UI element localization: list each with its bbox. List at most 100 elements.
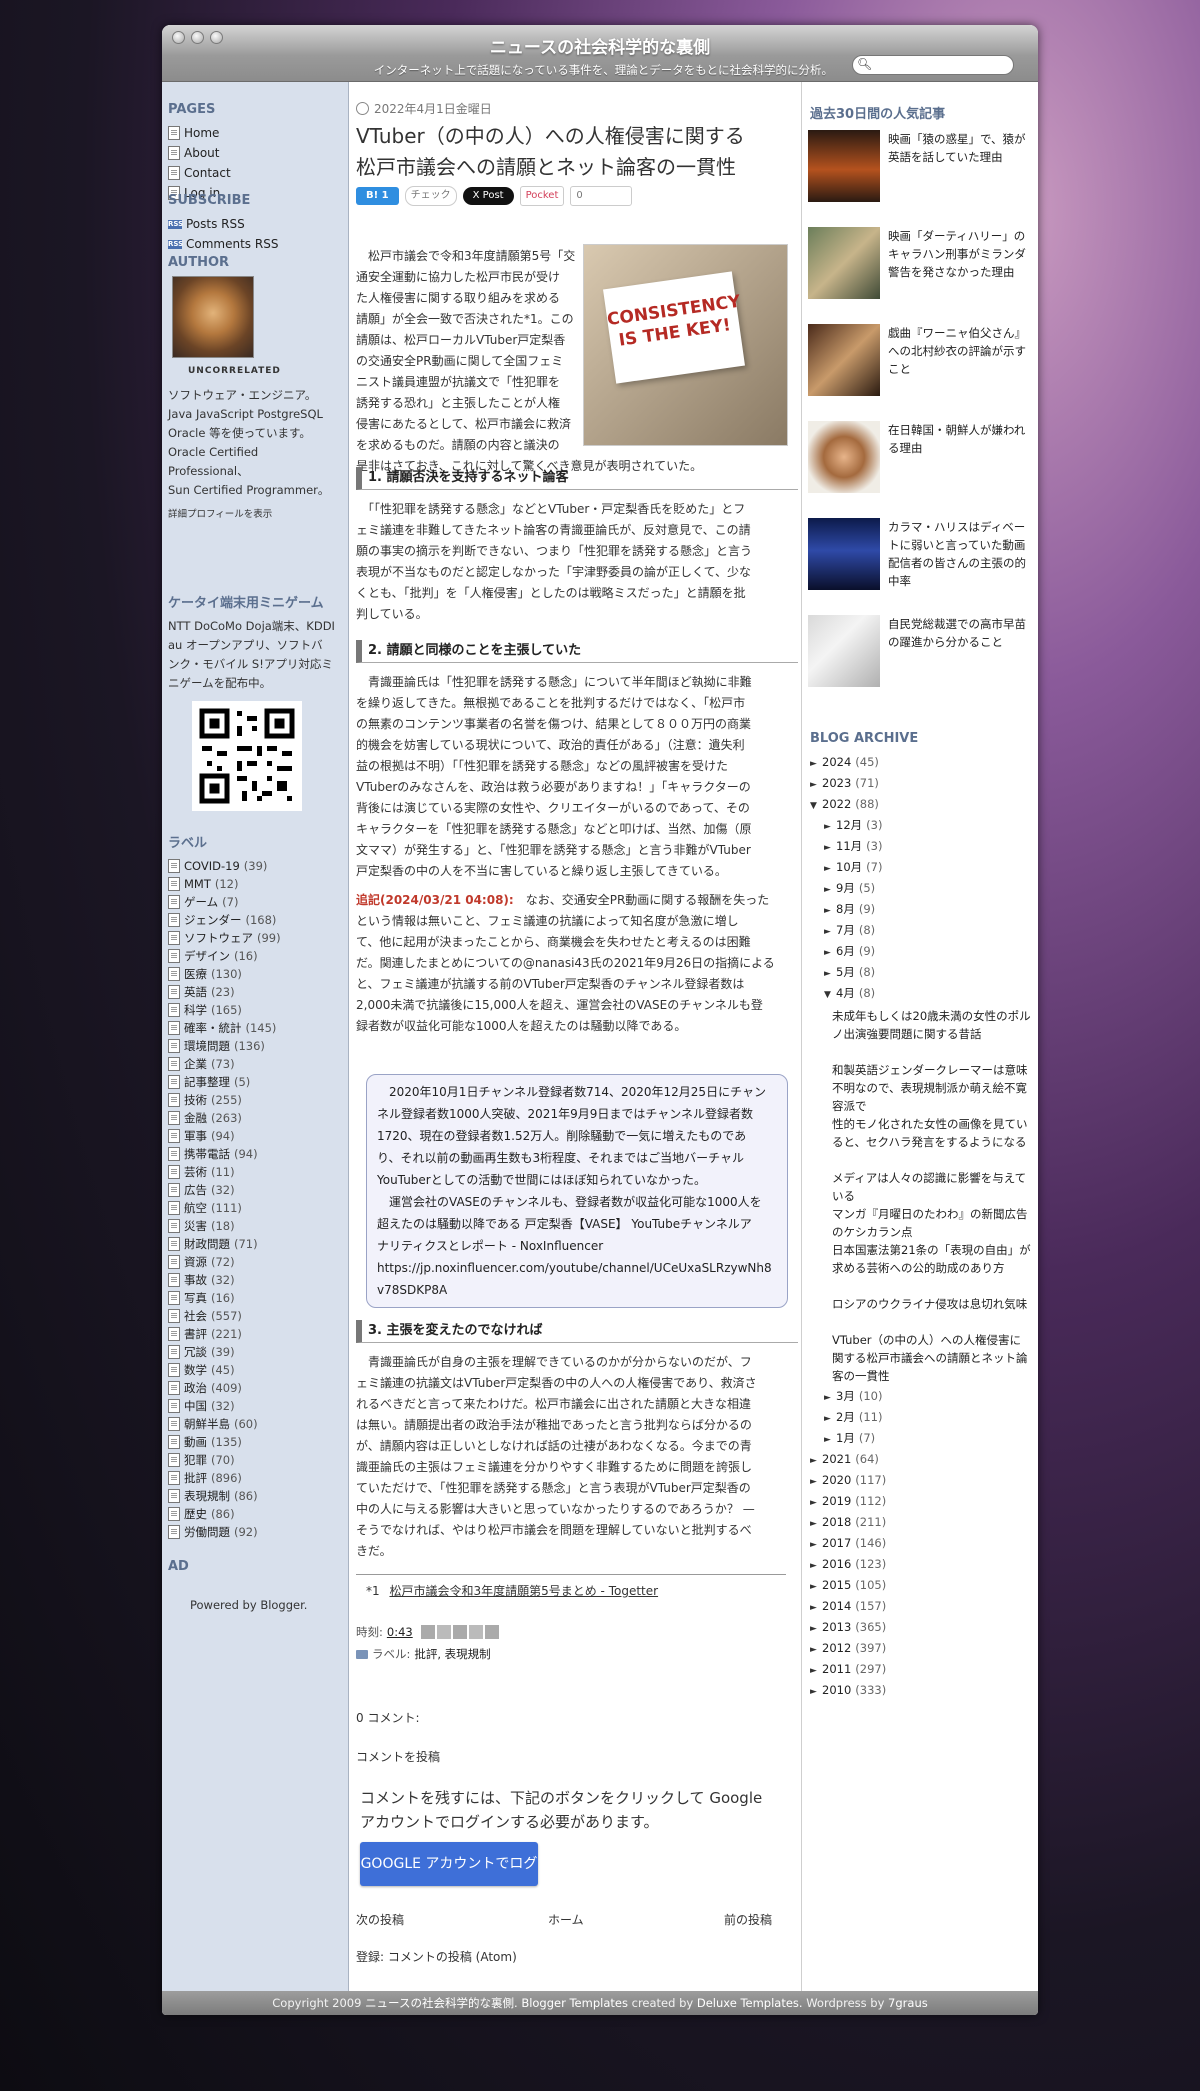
label-name[interactable]: 広告 (184, 1182, 207, 1198)
label-item[interactable]: 芸術 (11) (168, 1163, 342, 1181)
label-item[interactable]: 政治 (409) (168, 1379, 342, 1397)
popular-post[interactable]: カラマ・ハリスはディベートに弱いと言っていた動画配信者の皆さんの主張の的中率 (808, 518, 1034, 602)
archive-year[interactable]: ► 2021 (64) (810, 1450, 879, 1468)
label-name[interactable]: 事故 (184, 1272, 207, 1288)
collapsed-toggle-icon[interactable]: ► (810, 755, 822, 773)
label-item[interactable]: 動画 (135) (168, 1433, 342, 1451)
archive-year-label[interactable]: 2015 (822, 1578, 851, 1592)
archive-year-label[interactable]: 2020 (822, 1473, 851, 1487)
label-name[interactable]: 表現規制 (184, 1488, 230, 1504)
collapsed-toggle-icon[interactable]: ► (824, 923, 836, 941)
post-title[interactable]: VTuber（の中の人）への人権侵害に関する 松戸市議会への請願とネット論客の一… (356, 121, 796, 183)
home-link[interactable]: ホーム (548, 1911, 584, 1928)
author-avatar[interactable] (172, 276, 254, 358)
archive-year-label[interactable]: 2019 (822, 1494, 851, 1508)
collapsed-toggle-icon[interactable]: ► (810, 1473, 822, 1491)
page-link-label[interactable]: Contact (184, 166, 231, 180)
archive-post-link[interactable]: ロシアのウクライナ侵攻は息切れ気味 (832, 1295, 1032, 1313)
collapsed-toggle-icon[interactable]: ► (824, 839, 836, 857)
archive-month-label[interactable]: 12月 (836, 818, 862, 832)
archive-year-label[interactable]: 2010 (822, 1683, 851, 1697)
expanded-toggle-icon[interactable]: ▼ (810, 797, 822, 815)
label-item[interactable]: 朝鮮半島 (60) (168, 1415, 342, 1433)
label-name[interactable]: 批評 (184, 1470, 207, 1486)
archive-year[interactable]: ► 2013 (365) (810, 1618, 886, 1636)
archive-year[interactable]: ► 2011 (297) (810, 1660, 886, 1678)
label-item[interactable]: 歴史 (86) (168, 1505, 342, 1523)
label-name[interactable]: 金融 (184, 1110, 207, 1126)
archive-post-link[interactable]: メディアは人々の認識に影響を与えている (832, 1169, 1032, 1205)
page-link[interactable]: Home (168, 123, 342, 143)
collapsed-toggle-icon[interactable]: ► (810, 1620, 822, 1638)
post-labels-links[interactable]: 批評, 表現規制 (414, 1646, 490, 1662)
collapsed-toggle-icon[interactable]: ► (810, 1557, 822, 1575)
label-item[interactable]: COVID-19 (39) (168, 857, 342, 875)
archive-month-label[interactable]: 1月 (836, 1431, 855, 1445)
popular-post[interactable]: 映画「ダーティハリー」のキャラハン刑事がミランダ警告を発さなかった理由 (808, 227, 1034, 311)
archive-month[interactable]: ► 1月 (7) (824, 1429, 875, 1447)
label-item[interactable]: 科学 (165) (168, 1001, 342, 1019)
archive-month-label[interactable]: 6月 (836, 944, 855, 958)
expanded-toggle-icon[interactable]: ▼ (824, 986, 836, 1004)
archive-post-link[interactable]: 性的モノ化された女性の画像を見ていると、セクハラ発言をするようになる (832, 1115, 1032, 1151)
popular-post-title[interactable]: カラマ・ハリスはディベートに弱いと言っていた動画配信者の皆さんの主張の的中率 (888, 518, 1034, 590)
footer-graus-link[interactable]: 7graus (888, 1996, 928, 2010)
page-link-label[interactable]: Home (184, 126, 219, 140)
collapsed-toggle-icon[interactable]: ► (810, 1578, 822, 1596)
archive-month-label[interactable]: 5月 (836, 965, 855, 979)
label-item[interactable]: MMT (12) (168, 875, 342, 893)
popular-post-title[interactable]: 戯曲『ワーニャ伯父さん』への北村紗衣の評論が示すこと (888, 324, 1034, 378)
label-name[interactable]: 財政問題 (184, 1236, 230, 1252)
collapsed-toggle-icon[interactable]: ► (810, 1494, 822, 1512)
archive-month-label[interactable]: 7月 (836, 923, 855, 937)
label-item[interactable]: 表現規制 (86) (168, 1487, 342, 1505)
archive-year[interactable]: ► 2017 (146) (810, 1534, 886, 1552)
label-item[interactable]: 財政問題 (71) (168, 1235, 342, 1253)
label-item[interactable]: デザイン (16) (168, 947, 342, 965)
label-item[interactable]: 軍事 (94) (168, 1127, 342, 1145)
label-item[interactable]: 社会 (557) (168, 1307, 342, 1325)
popular-post-thumbnail[interactable] (808, 421, 880, 493)
collapsed-toggle-icon[interactable]: ► (810, 1599, 822, 1617)
label-name[interactable]: 災害 (184, 1218, 207, 1234)
archive-year-label[interactable]: 2018 (822, 1515, 851, 1529)
rss-link-label[interactable]: Comments RSS (186, 237, 278, 251)
label-name[interactable]: 犯罪 (184, 1452, 207, 1468)
archive-year[interactable]: ▼ 2022 (88) (810, 795, 879, 813)
collapsed-toggle-icon[interactable]: ► (824, 1389, 836, 1407)
archive-month-label[interactable]: 2月 (836, 1410, 855, 1424)
archive-post-link[interactable]: 和製英語ジェンダークレーマーは意味不明なので、表現規制派か萌え絵不寛容派で (832, 1061, 1032, 1115)
archive-year-label[interactable]: 2017 (822, 1536, 851, 1550)
label-name[interactable]: 英語 (184, 984, 207, 1000)
archive-post-link[interactable]: マンガ『月曜日のたわわ』の新聞広告のケシカラン点 (832, 1205, 1032, 1241)
archive-year-label[interactable]: 2014 (822, 1599, 851, 1613)
rss-link[interactable]: RSS Comments RSS (168, 234, 342, 254)
collapsed-toggle-icon[interactable]: ► (810, 1683, 822, 1701)
archive-month-label[interactable]: 8月 (836, 902, 855, 916)
blogger-link[interactable]: Blogger. (260, 1598, 307, 1612)
label-item[interactable]: 災害 (18) (168, 1217, 342, 1235)
older-post-link[interactable]: 前の投稿 (724, 1911, 772, 1928)
archive-month[interactable]: ► 5月 (8) (824, 963, 875, 981)
archive-month[interactable]: ► 11月 (3) (824, 837, 882, 855)
x-post-button[interactable]: X Post (462, 187, 514, 205)
collapsed-toggle-icon[interactable]: ► (810, 1515, 822, 1533)
label-item[interactable]: 批評 (896) (168, 1469, 342, 1487)
collapsed-toggle-icon[interactable]: ► (824, 944, 836, 962)
popular-post-thumbnail[interactable] (808, 518, 880, 590)
label-name[interactable]: 社会 (184, 1308, 207, 1324)
archive-year[interactable]: ► 2014 (157) (810, 1597, 886, 1615)
archive-month[interactable]: ► 9月 (5) (824, 879, 875, 897)
label-item[interactable]: 資源 (72) (168, 1253, 342, 1271)
popular-post-title[interactable]: 映画「ダーティハリー」のキャラハン刑事がミランダ警告を発さなかった理由 (888, 227, 1034, 281)
label-item[interactable]: 確率・統計 (145) (168, 1019, 342, 1037)
popular-post-thumbnail[interactable] (808, 227, 880, 299)
label-item[interactable]: 労働問題 (92) (168, 1523, 342, 1541)
archive-year[interactable]: ► 2020 (117) (810, 1471, 886, 1489)
label-name[interactable]: 芸術 (184, 1164, 207, 1180)
collapsed-toggle-icon[interactable]: ► (824, 965, 836, 983)
footnote-link[interactable]: 松戸市議会令和3年度請願第5号まとめ - Togetter (389, 1584, 658, 1598)
label-item[interactable]: ソフトウェア (99) (168, 929, 342, 947)
label-item[interactable]: 写真 (16) (168, 1289, 342, 1307)
label-name[interactable]: 企業 (184, 1056, 207, 1072)
